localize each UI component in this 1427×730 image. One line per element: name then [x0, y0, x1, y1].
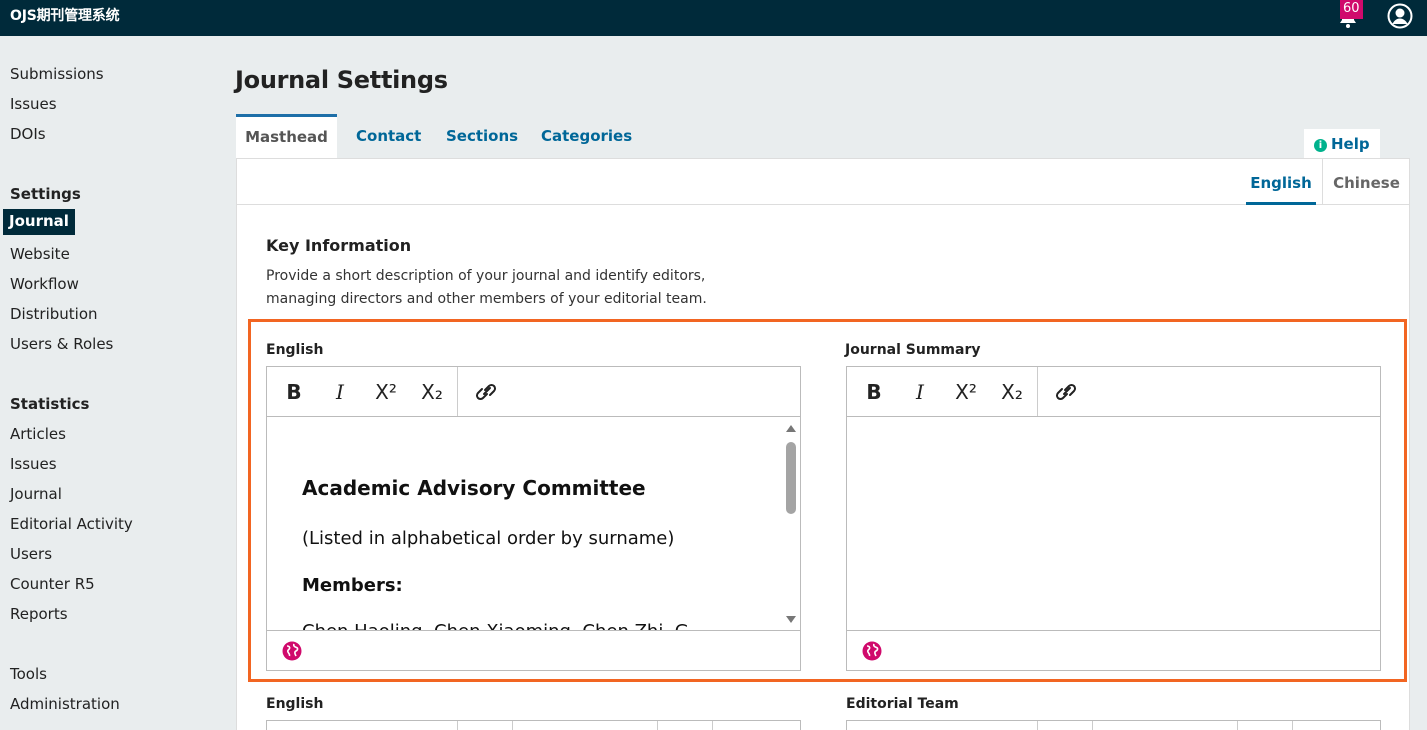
- toolbar-separator: [1037, 721, 1038, 730]
- sidebar: Submissions Issues DOIs Settings Journal…: [0, 36, 226, 730]
- sidebar-item-stats-reports[interactable]: Reports: [10, 605, 68, 623]
- sidebar-item-stats-issues[interactable]: Issues: [10, 455, 57, 473]
- sidebar-item-tools[interactable]: Tools: [10, 665, 47, 683]
- app-brand[interactable]: OJS期刊管理系统: [10, 5, 120, 25]
- section-title: Key Information: [266, 236, 412, 255]
- sidebar-item-users-roles[interactable]: Users & Roles: [10, 335, 113, 353]
- scroll-down-arrow[interactable]: [786, 616, 796, 623]
- top-bar: OJS期刊管理系统 60: [0, 0, 1427, 36]
- sidebar-item-dois[interactable]: DOIs: [10, 125, 46, 143]
- sidebar-item-stats-editorial-activity[interactable]: Editorial Activity: [10, 515, 133, 533]
- tab-categories[interactable]: Categories: [541, 114, 632, 159]
- bold-button[interactable]: B: [277, 375, 311, 409]
- sidebar-item-stats-counter-r5[interactable]: Counter R5: [10, 575, 95, 593]
- editor-stub-right[interactable]: [846, 720, 1381, 730]
- toolbar-separator: [457, 367, 458, 416]
- locale-tabs: English Chinese: [237, 159, 1409, 205]
- toolbar-separator: [1292, 721, 1293, 730]
- scroll-up-arrow[interactable]: [786, 425, 796, 432]
- tab-contact[interactable]: Contact: [356, 114, 421, 159]
- editor-stub-left[interactable]: [266, 720, 801, 730]
- superscript-button[interactable]: X²: [949, 375, 983, 409]
- link-icon[interactable]: [469, 377, 503, 407]
- english-field-label-2: English: [266, 696, 324, 712]
- toolbar-separator: [512, 721, 513, 730]
- link-icon[interactable]: [1049, 377, 1083, 407]
- toolbar-separator: [1237, 721, 1238, 730]
- content-members-list: Chen Haoling, Chen Xiaoming, Chen Zhi, G…: [302, 621, 706, 630]
- sidebar-item-stats-journal[interactable]: Journal: [10, 485, 62, 503]
- sidebar-heading-settings: Settings: [10, 185, 81, 203]
- editor-toolbar: B I X² X₂: [847, 367, 1380, 417]
- sidebar-item-website[interactable]: Website: [10, 245, 70, 263]
- section-description: Provide a short description of your jour…: [266, 268, 707, 307]
- editor-content[interactable]: [847, 418, 1380, 630]
- content-note: (Listed in alphabetical order by surname…: [302, 528, 675, 549]
- scroll-thumb[interactable]: [786, 442, 796, 514]
- editor-footer: [267, 630, 800, 671]
- help-label: Help: [1331, 135, 1370, 153]
- journal-summary-label: Journal Summary: [845, 342, 981, 358]
- editorial-team-label: Editorial Team: [846, 696, 959, 712]
- content-members-label: Members:: [302, 575, 403, 596]
- locale-tab-chinese[interactable]: Chinese: [1322, 159, 1410, 205]
- sidebar-item-distribution[interactable]: Distribution: [10, 305, 98, 323]
- sidebar-item-administration[interactable]: Administration: [10, 695, 120, 713]
- tab-sections[interactable]: Sections: [446, 114, 518, 159]
- sidebar-item-stats-articles[interactable]: Articles: [10, 425, 66, 443]
- editor-footer: [847, 630, 1380, 671]
- english-field-label: English: [266, 342, 324, 358]
- editor-scrollbar[interactable]: [782, 418, 800, 630]
- toolbar-separator: [1092, 721, 1093, 730]
- italic-button[interactable]: I: [903, 375, 937, 409]
- editor-toolbar: B I X² X₂: [267, 367, 800, 417]
- sidebar-item-issues[interactable]: Issues: [10, 95, 57, 113]
- superscript-button[interactable]: X²: [369, 375, 403, 409]
- page-title: Journal Settings: [235, 66, 448, 94]
- toolbar-separator: [657, 721, 658, 730]
- sidebar-item-workflow[interactable]: Workflow: [10, 275, 79, 293]
- toolbar-separator: [712, 721, 713, 730]
- description-editor: B I X² X₂ Academic Advisory Committee (L…: [266, 366, 801, 671]
- journal-summary-editor: B I X² X₂: [846, 366, 1381, 671]
- bold-button[interactable]: B: [857, 375, 891, 409]
- sidebar-item-journal[interactable]: Journal: [3, 209, 75, 235]
- subscript-button[interactable]: X₂: [415, 375, 449, 409]
- help-button[interactable]: i Help: [1304, 129, 1380, 159]
- subscript-button[interactable]: X₂: [995, 375, 1029, 409]
- notification-badge[interactable]: 60: [1340, 0, 1363, 19]
- italic-button[interactable]: I: [323, 375, 357, 409]
- user-avatar-icon[interactable]: [1387, 3, 1413, 29]
- toolbar-separator: [1037, 367, 1038, 416]
- sidebar-item-submissions[interactable]: Submissions: [10, 65, 104, 83]
- content-heading: Academic Advisory Committee: [302, 476, 646, 500]
- globe-icon[interactable]: [282, 641, 302, 661]
- tab-masthead[interactable]: Masthead: [236, 114, 337, 159]
- info-icon: i: [1314, 139, 1327, 152]
- globe-icon[interactable]: [862, 641, 882, 661]
- sidebar-heading-statistics: Statistics: [10, 395, 90, 413]
- sidebar-item-stats-users[interactable]: Users: [10, 545, 52, 563]
- toolbar-separator: [457, 721, 458, 730]
- editor-content[interactable]: Academic Advisory Committee (Listed in a…: [267, 418, 800, 630]
- locale-tab-english[interactable]: English: [1246, 159, 1316, 205]
